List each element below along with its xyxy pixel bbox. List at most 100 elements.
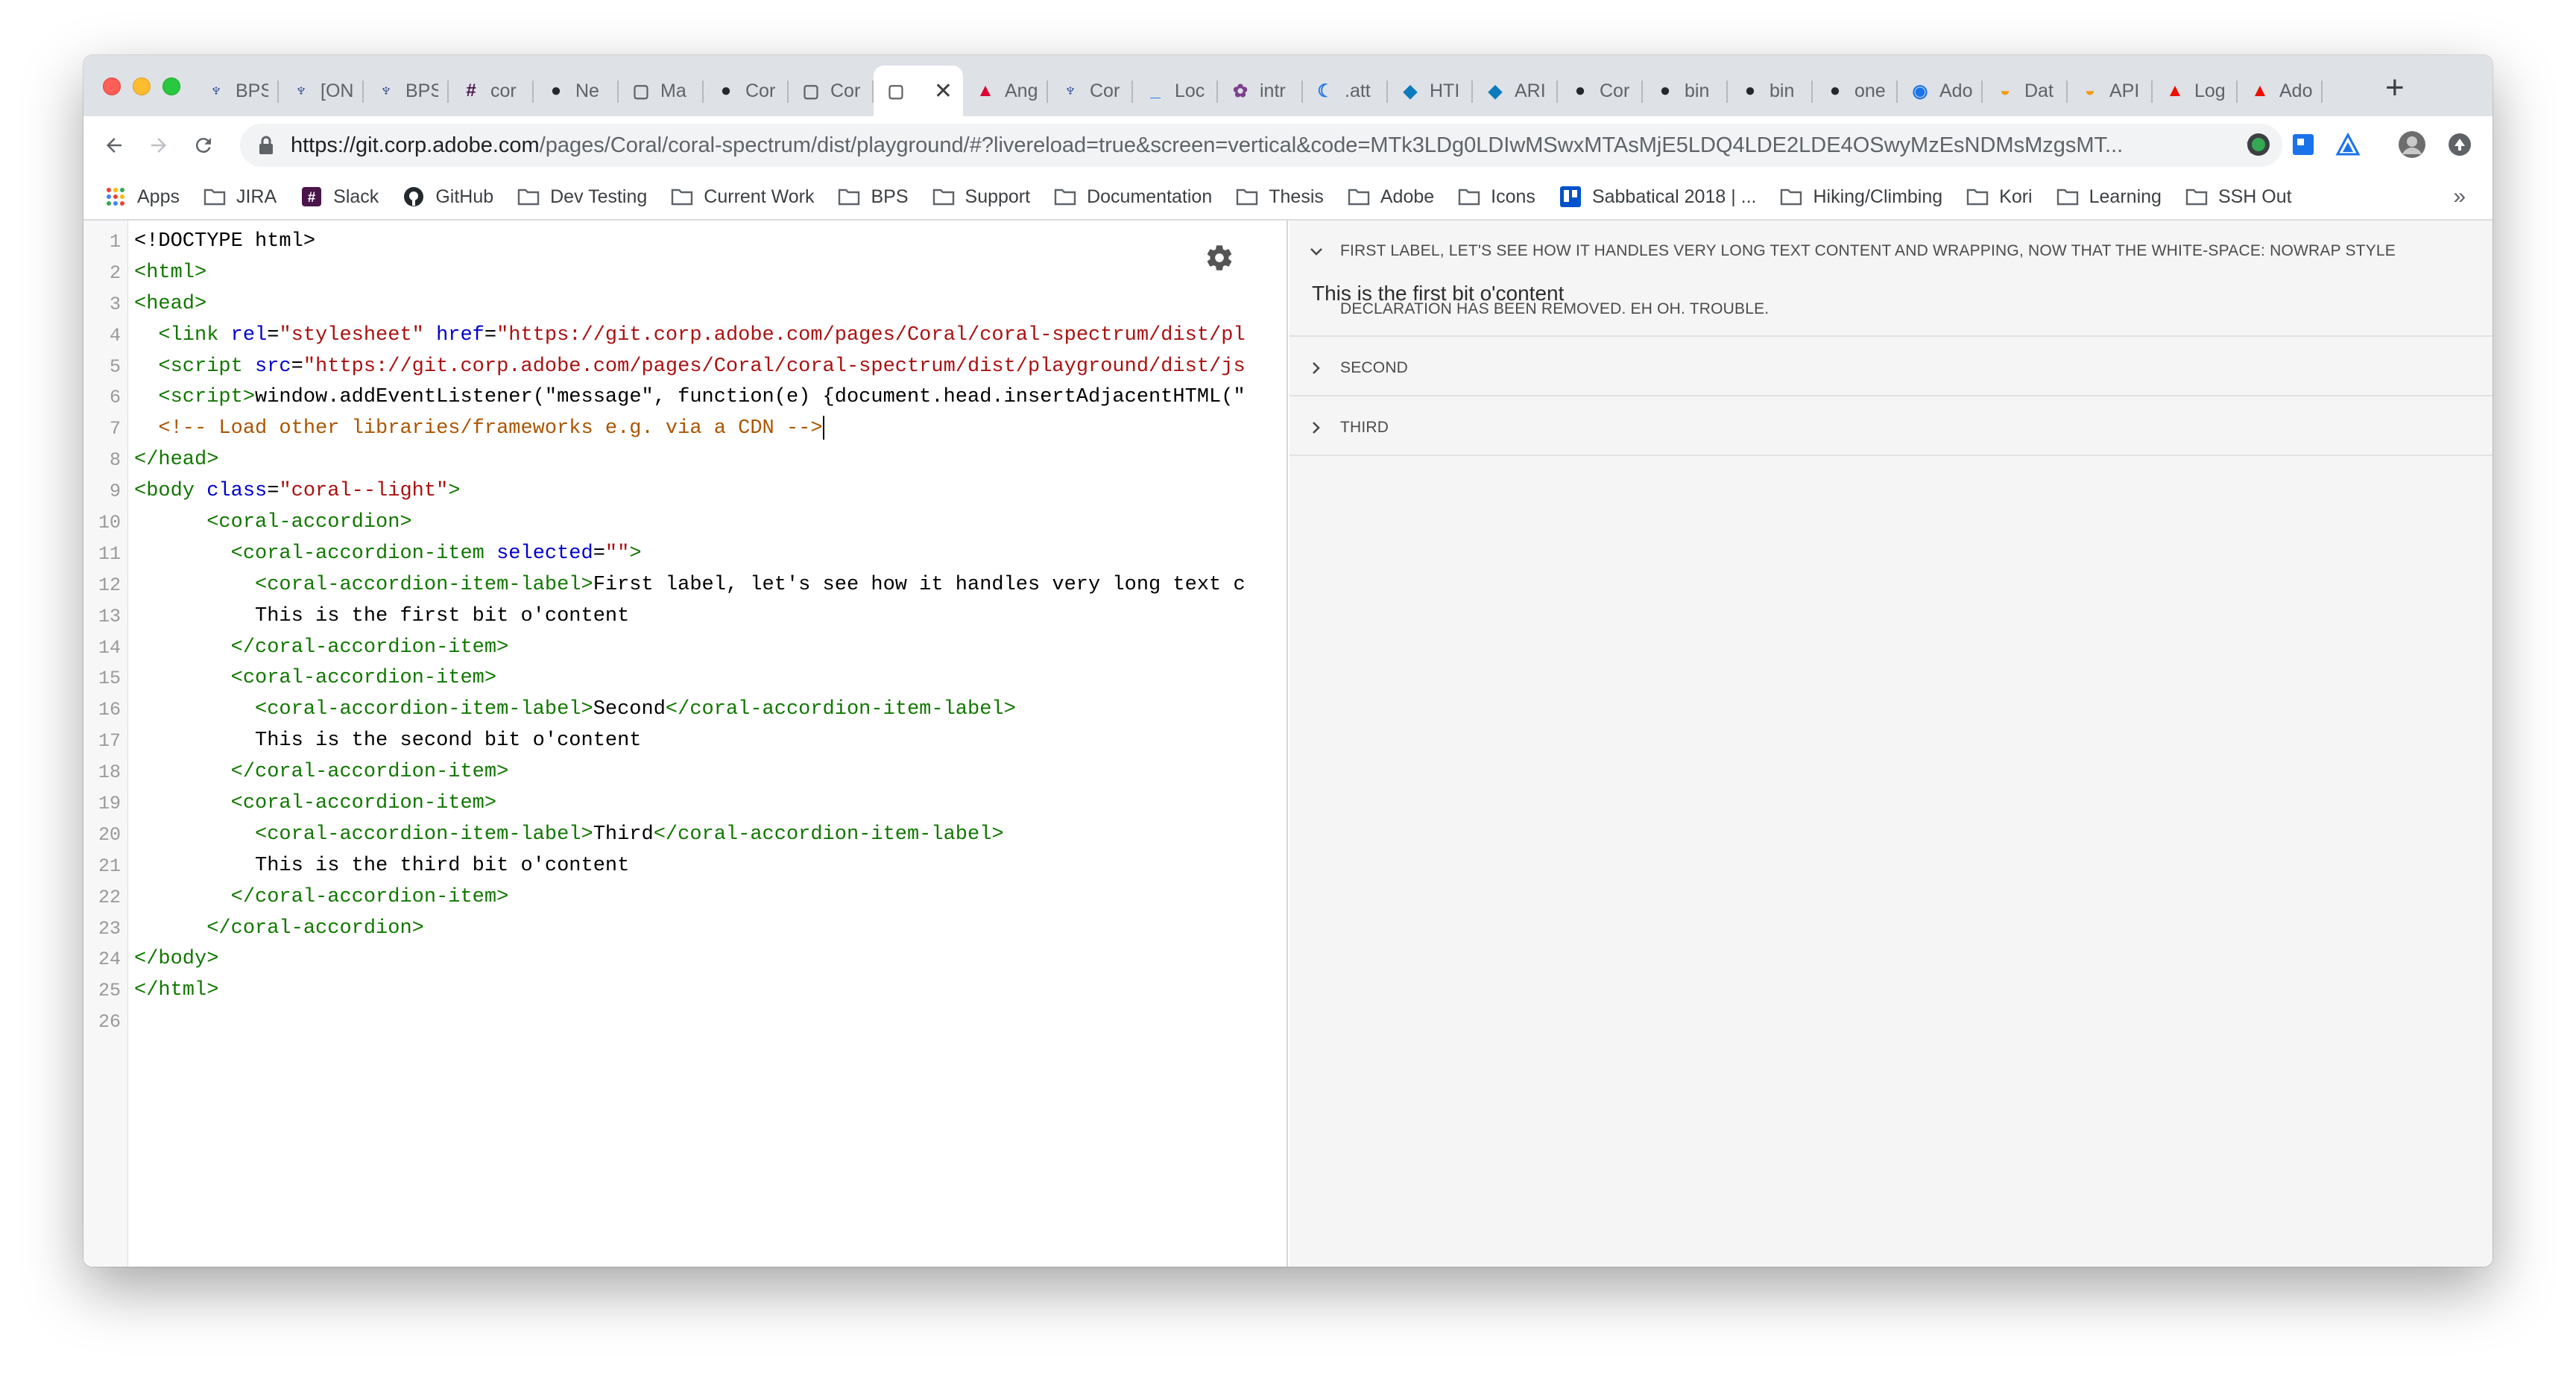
bookmark-label: Sabbatical 2018 | ... xyxy=(1591,186,1757,207)
bookmark-item[interactable]: Hiking/Climbing xyxy=(1780,186,1942,208)
browser-tab[interactable]: ▢ Ma xyxy=(619,66,704,116)
url-path: /pages/Coral/coral-spectrum/dist/playgro… xyxy=(539,133,2124,157)
browser-tab[interactable]: ◆ HTI xyxy=(1388,66,1473,116)
coral-icon: ♆ xyxy=(1064,80,1077,101)
tab-title: Ado xyxy=(2279,80,2312,101)
minimize-window-button[interactable] xyxy=(133,77,151,95)
browser-tab[interactable]: _ Loc xyxy=(1133,66,1218,116)
code-editor[interactable]: 1 <!DOCTYPE html> 2 <html> 3 <head> 4 <link re… xyxy=(83,221,1288,1267)
browser-tab[interactable]: ♆ BPS xyxy=(364,66,449,116)
browser-tab[interactable]: ● one xyxy=(1813,66,1898,116)
accordion-item-header[interactable]: Third xyxy=(1289,396,2493,437)
adobe-icon: ▲ xyxy=(2251,80,2269,101)
browser-tab[interactable]: ◒ Dat xyxy=(1983,66,2068,116)
bookmark-item[interactable]: Documentation xyxy=(1054,186,1212,208)
browser-tab[interactable]: ● bin xyxy=(1728,66,1813,116)
bookmark-item[interactable]: Icons xyxy=(1458,186,1535,208)
bookmark-item[interactable]: Current Work xyxy=(671,186,814,208)
browser-tab[interactable]: ▢ ✕ xyxy=(874,66,963,116)
bookmark-item[interactable]: Adobe xyxy=(1348,186,1434,208)
settings-gear-icon[interactable] xyxy=(1205,243,1234,273)
tab-title: BPS xyxy=(405,80,438,101)
accordion-item-header[interactable]: Second xyxy=(1289,337,2493,377)
browser-tab[interactable]: ◆ ARI xyxy=(1473,66,1558,116)
code-text: </head> xyxy=(134,445,218,476)
browser-tab[interactable]: ▲ Ado xyxy=(2238,66,2323,116)
bookmark-item[interactable]: SSH Out xyxy=(2185,186,2292,208)
maximize-window-button[interactable] xyxy=(162,77,180,95)
bookmark-item[interactable]: Learning xyxy=(2056,186,2162,208)
browser-tab[interactable]: ▲ Ang xyxy=(963,66,1048,116)
bookmark-item[interactable]: JIRA xyxy=(203,186,277,208)
code-token: <!-- Load other libraries/frameworks e.g… xyxy=(134,417,823,440)
browser-tab[interactable]: ♆ [ON xyxy=(279,66,364,116)
code-token: </coral-accordion-item-label> xyxy=(665,698,1016,721)
reload-button[interactable] xyxy=(185,127,222,164)
browser-tab[interactable]: ● Cor xyxy=(704,66,789,116)
browser-menu-icon[interactable] xyxy=(2445,130,2475,159)
playground: 1 <!DOCTYPE html> 2 <html> 3 <head> 4 <link re… xyxy=(83,221,2493,1267)
close-tab-icon[interactable]: ✕ xyxy=(934,78,953,104)
browser-tab[interactable]: ☾ .att xyxy=(1303,66,1388,116)
tab-title: one xyxy=(1854,80,1886,101)
flower-icon: ✿ xyxy=(1232,80,1248,101)
code-token: > xyxy=(448,480,461,503)
browser-tab[interactable]: ♆ Cor xyxy=(1048,66,1133,116)
browser-tab[interactable]: ● bin xyxy=(1643,66,1728,116)
bookmark-label: Thesis xyxy=(1269,186,1324,207)
bookmark-item[interactable]: Thesis xyxy=(1236,186,1324,208)
extension-triangle-icon[interactable] xyxy=(2333,130,2363,159)
bookmark-item[interactable]: BPS xyxy=(838,186,909,208)
code-token: = xyxy=(267,480,280,503)
code-line: 15 <coral-accordion-item> xyxy=(83,663,1287,694)
code-token: This is the second bit o'content xyxy=(134,729,642,753)
line-number: 18 xyxy=(98,762,121,784)
bookmarks-overflow-button[interactable]: » xyxy=(2453,184,2466,209)
extension-green-icon[interactable] xyxy=(2244,130,2273,159)
code-line: 7 <!-- Load other libraries/frameworks e… xyxy=(83,414,1287,445)
browser-tab[interactable]: ● Ne xyxy=(534,66,619,116)
browser-tab[interactable]: ♆ BPS xyxy=(194,66,279,116)
bookmark-label: JIRA xyxy=(236,186,277,207)
apps-icon xyxy=(104,187,127,206)
browser-tab[interactable]: ▢ Cor xyxy=(789,66,874,116)
line-number: 6 xyxy=(109,387,121,409)
bookmark-item[interactable]: Sabbatical 2018 | ... xyxy=(1559,186,1757,208)
avatar[interactable] xyxy=(2397,130,2427,159)
coral-icon: ♆ xyxy=(209,80,223,101)
preview-pane: First label, let's see how it handles ve… xyxy=(1289,221,2493,1267)
code-token: window.addEventListener("message", funct… xyxy=(255,386,1246,409)
extension-blue-icon[interactable] xyxy=(2288,130,2318,159)
bookmark-item[interactable]: GitHub xyxy=(402,186,493,208)
bookmark-item[interactable]: Apps xyxy=(104,186,180,208)
bookmark-label: Documentation xyxy=(1087,186,1213,207)
bookmark-item[interactable]: # Slack xyxy=(300,186,379,208)
code-token: = xyxy=(291,355,303,378)
folder-icon xyxy=(932,187,955,206)
folder-icon xyxy=(1780,187,1802,206)
address-bar[interactable]: https://git.corp.adobe.com/pages/Coral/c… xyxy=(240,124,2282,167)
bookmark-label: BPS xyxy=(871,186,909,207)
browser-tab[interactable]: ✿ intr xyxy=(1218,66,1303,116)
forward-button[interactable] xyxy=(140,127,177,164)
bookmark-item[interactable]: Support xyxy=(932,186,1031,208)
browser-tab[interactable]: ● Cor xyxy=(1558,66,1643,116)
code-line: 13 This is the first bit o'content xyxy=(83,601,1287,633)
bookmark-item[interactable]: Kori xyxy=(1966,186,2033,208)
code-token: <head> xyxy=(134,292,207,315)
browser-tab[interactable]: ▲ Log xyxy=(2153,66,2238,116)
bookmark-item[interactable]: Dev Testing xyxy=(517,186,647,208)
code-text: <script src="https://git.corp.adobe.com/… xyxy=(134,352,1245,383)
new-tab-button[interactable]: + xyxy=(2385,72,2405,104)
bookmark-label: Support xyxy=(965,186,1031,207)
chevron-down-icon xyxy=(1310,248,1322,256)
browser-tab[interactable]: # cor xyxy=(449,66,534,116)
browser-tab[interactable]: ◉ Ado xyxy=(1898,66,1983,116)
close-window-button[interactable] xyxy=(103,77,121,95)
back-button[interactable] xyxy=(95,127,133,164)
folder-icon xyxy=(1348,187,1370,206)
accordion-item-header[interactable]: First label, let's see how it handles ve… xyxy=(1289,221,2493,338)
accordion-item-first: First label, let's see how it handles ve… xyxy=(1289,221,2493,337)
browser-tab[interactable]: ◒ API xyxy=(2068,66,2153,116)
code-token: = xyxy=(484,323,497,346)
